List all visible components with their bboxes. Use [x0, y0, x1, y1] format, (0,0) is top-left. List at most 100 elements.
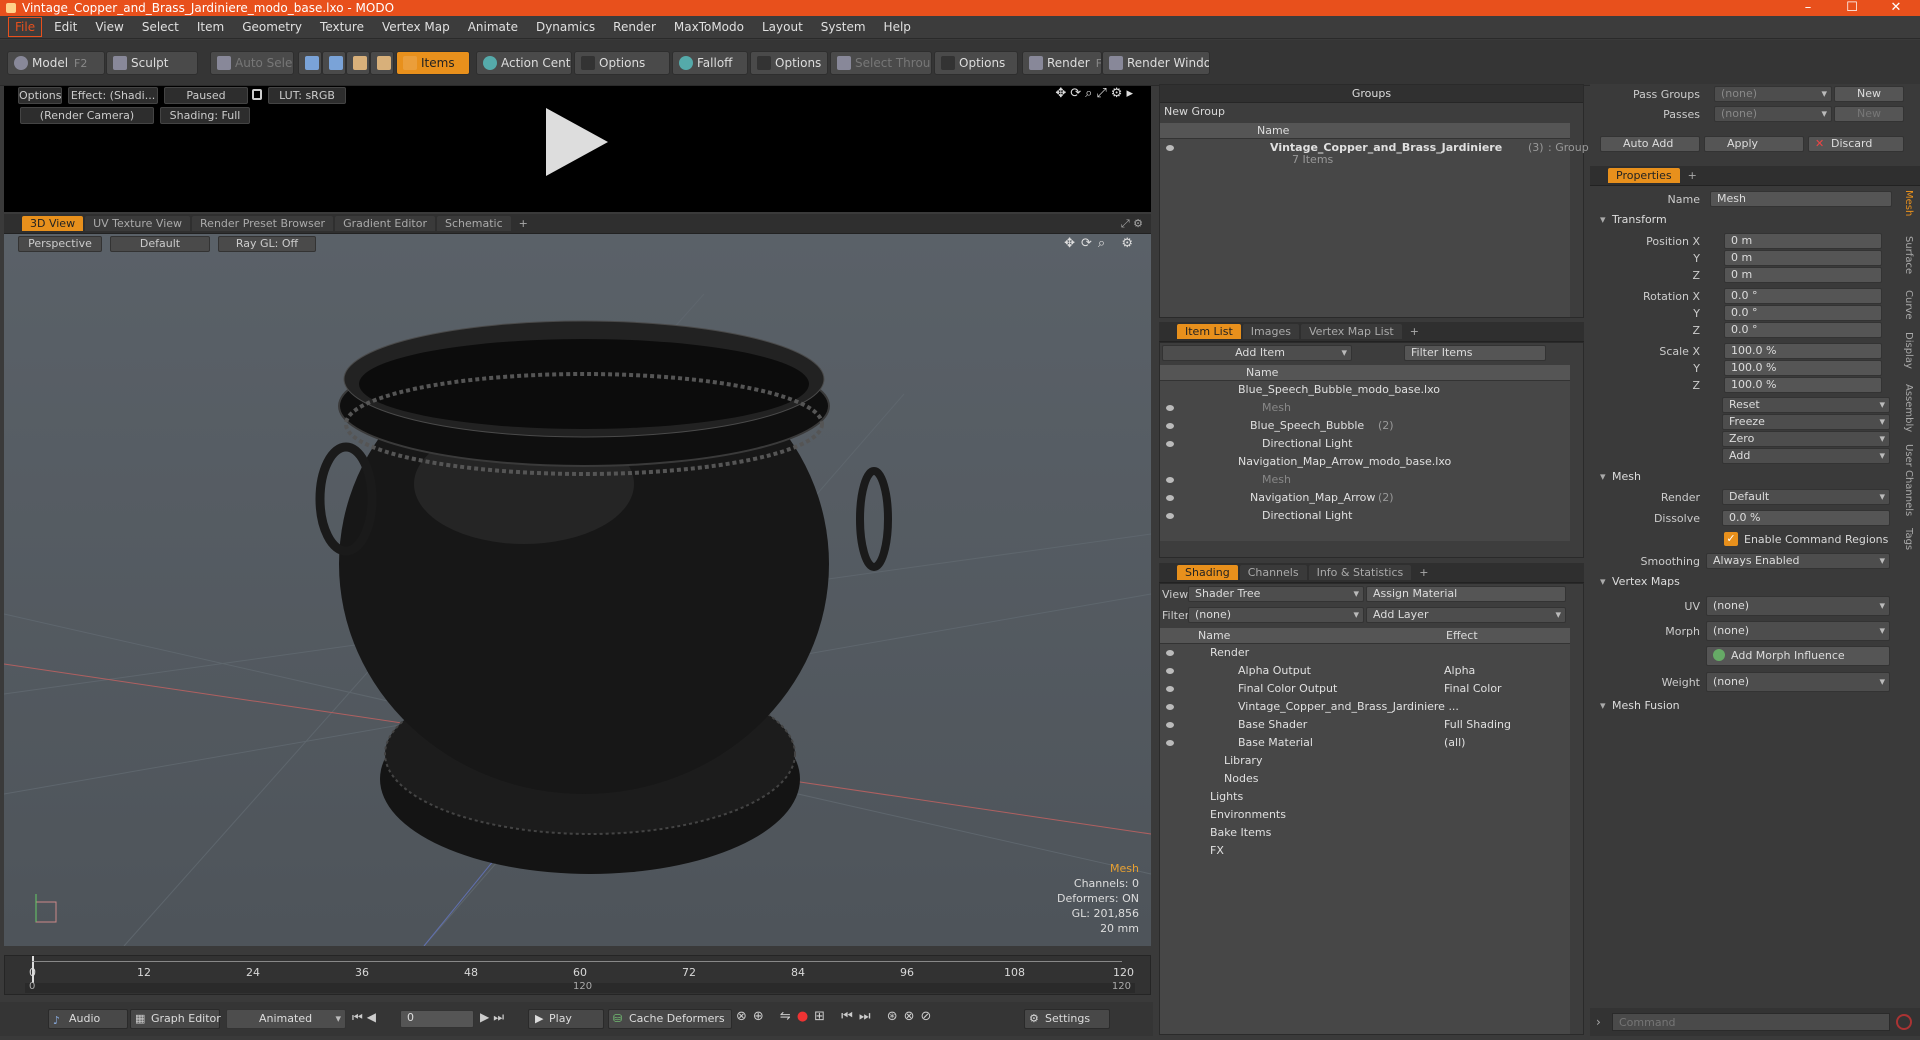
menu-vertex-map[interactable]: Vertex Map [376, 18, 456, 36]
scale-z-input[interactable]: 100.0 % [1724, 377, 1882, 393]
zero-dropdown[interactable]: Zero [1722, 431, 1890, 447]
shader-row[interactable]: Base Shader Full Shading [1160, 716, 1570, 734]
groups-list[interactable]: Name Vintage_Copper_and_Brass_Jardiniere… [1160, 123, 1589, 317]
tab-uv-texture-view[interactable]: UV Texture View [85, 216, 191, 231]
eye-icon[interactable] [1166, 405, 1174, 411]
name-input[interactable]: Mesh [1710, 191, 1892, 207]
position-y-input[interactable]: 0 m [1724, 250, 1882, 266]
scale-y-input[interactable]: 100.0 % [1724, 360, 1882, 376]
settings-button[interactable]: ⚙ Settings [1024, 1009, 1110, 1029]
mesh-section[interactable]: Mesh [1598, 469, 1898, 485]
item-row[interactable]: Mesh [1160, 471, 1570, 489]
falloff-button[interactable]: Falloff [672, 51, 748, 75]
morph-dropdown[interactable]: (none) [1706, 621, 1890, 641]
items-mode-button[interactable]: Items [396, 51, 470, 75]
add-layer-dropdown[interactable]: Add Layer [1366, 607, 1566, 623]
tab-schematic[interactable]: Schematic [437, 216, 511, 231]
menu-file[interactable]: File [8, 17, 43, 37]
view-tabs-settings-icon[interactable]: ⤢ ⚙ [1121, 217, 1143, 231]
select-through-button[interactable]: Select Through [830, 51, 932, 75]
polygons-mode-button[interactable] [346, 51, 370, 75]
key-controls[interactable]: ⊗⊕ ⇋●⊞ ⏮⏭ ⊛⊗⊘ [736, 1009, 937, 1024]
vertex-maps-section[interactable]: Vertex Maps [1598, 574, 1898, 590]
reset-dropdown[interactable]: Reset [1722, 397, 1890, 413]
eye-icon[interactable] [1166, 686, 1174, 692]
menu-view[interactable]: View [89, 18, 129, 36]
shader-row[interactable]: Render [1160, 644, 1570, 662]
play-button[interactable]: ▶ Play [528, 1009, 604, 1029]
model-button[interactable]: Model F2 [7, 51, 105, 75]
new-group-button[interactable]: New Group [1160, 103, 1583, 121]
filter-items-input[interactable]: Filter Items [1404, 345, 1546, 361]
menu-dynamics[interactable]: Dynamics [530, 18, 601, 36]
vtab-surface[interactable]: Surface [1898, 236, 1914, 274]
transport-controls[interactable]: ⏮◀ [352, 1010, 380, 1025]
shader-row[interactable]: Bake Items [1160, 824, 1570, 842]
item-row[interactable]: Navigation_Map_Arrow_modo_base.lxo [1160, 453, 1570, 471]
item-row[interactable]: Blue_Speech_Bubble (2) [1160, 417, 1570, 435]
eye-icon[interactable] [1166, 423, 1174, 429]
menu-edit[interactable]: Edit [48, 18, 83, 36]
vtab-display[interactable]: Display [1898, 332, 1914, 369]
eye-icon[interactable] [1166, 495, 1174, 501]
view-dropdown[interactable]: Shader Tree [1188, 586, 1364, 602]
add-tab-icon[interactable]: + [513, 217, 534, 230]
passes-dropdown[interactable]: (none) [1714, 106, 1832, 122]
tab-shading[interactable]: Shading [1177, 565, 1238, 580]
item-row[interactable]: Directional Light [1160, 507, 1570, 525]
filter-dropdown[interactable]: (none) [1188, 607, 1364, 623]
shader-effect[interactable]: Alpha [1444, 662, 1475, 680]
render-dropdown[interactable]: Default [1722, 489, 1890, 505]
smoothing-dropdown[interactable]: Always Enabled [1706, 553, 1890, 569]
tab-3d-view[interactable]: 3D View [22, 216, 84, 231]
vtab-assembly[interactable]: Assembly [1898, 384, 1914, 432]
menu-render[interactable]: Render [607, 18, 662, 36]
vtab-mesh[interactable]: Mesh [1898, 190, 1914, 216]
timeline[interactable]: 0 12 24 36 48 60 72 84 96 108 120 0 120 … [4, 955, 1151, 995]
eye-icon[interactable] [1166, 740, 1174, 746]
shader-row[interactable]: Library [1160, 752, 1570, 770]
item-row[interactable]: Navigation_Map_Arrow (2) [1160, 489, 1570, 507]
shader-row[interactable]: Base Material (all) [1160, 734, 1570, 752]
menu-help[interactable]: Help [878, 18, 917, 36]
add-morph-influence-button[interactable]: Add Morph Influence [1706, 646, 1890, 666]
command-input[interactable] [1612, 1013, 1890, 1031]
eye-icon[interactable] [1166, 441, 1174, 447]
item-row[interactable]: Directional Light [1160, 435, 1570, 453]
tab-properties[interactable]: Properties [1608, 168, 1680, 183]
menu-system[interactable]: System [815, 18, 872, 36]
shader-row[interactable]: Final Color Output Final Color [1160, 680, 1570, 698]
eye-icon[interactable] [1166, 650, 1174, 656]
vtab-curve[interactable]: Curve [1898, 290, 1914, 320]
tab-channels[interactable]: Channels [1239, 565, 1307, 580]
materials-mode-button[interactable] [370, 51, 394, 75]
tab-render-preset-browser[interactable]: Render Preset Browser [192, 216, 334, 231]
position-z-input[interactable]: 0 m [1724, 267, 1882, 283]
shader-tree[interactable]: Name Effect Render Alpha Output Alpha Final … [1160, 628, 1570, 1034]
mesh-fusion-section[interactable]: Mesh Fusion [1598, 698, 1898, 714]
rotation-z-input[interactable]: 0.0 ° [1724, 322, 1882, 338]
group-row[interactable]: Vintage_Copper_and_Brass_Jardiniere (3) … [1160, 139, 1589, 169]
paused-button[interactable]: Paused [164, 87, 248, 104]
add-item-dropdown[interactable]: Add Item [1162, 345, 1352, 361]
shader-row[interactable]: Lights [1160, 788, 1570, 806]
close-icon[interactable]: ✕ [1876, 0, 1916, 16]
play-icon[interactable] [546, 108, 608, 176]
tab-vertex-map-list[interactable]: Vertex Map List [1300, 324, 1402, 339]
shader-effect[interactable]: (all) [1444, 734, 1465, 752]
shader-effect[interactable]: Full Shading [1444, 716, 1511, 734]
item-list[interactable]: Name Blue_Speech_Bubble_modo_base.lxo Mes… [1160, 365, 1570, 541]
effect-dropdown[interactable]: Effect: (Shadi... [68, 87, 158, 104]
discard-button[interactable]: ✕ Discard [1808, 136, 1904, 152]
vtab-tags[interactable]: Tags [1898, 528, 1914, 550]
eye-icon[interactable] [1166, 704, 1174, 710]
audio-button[interactable]: ♪ Audio [48, 1009, 128, 1029]
shader-row[interactable]: Nodes [1160, 770, 1570, 788]
uv-dropdown[interactable]: (none) [1706, 596, 1890, 616]
tab-info-statistics[interactable]: Info & Statistics [1308, 565, 1412, 580]
tab-gradient-editor[interactable]: Gradient Editor [335, 216, 435, 231]
menu-maxtomodo[interactable]: MaxToModo [668, 18, 750, 36]
add-dropdown[interactable]: Add [1722, 448, 1890, 464]
new-pass-group-button[interactable]: New [1834, 86, 1904, 102]
menu-layout[interactable]: Layout [756, 18, 809, 36]
